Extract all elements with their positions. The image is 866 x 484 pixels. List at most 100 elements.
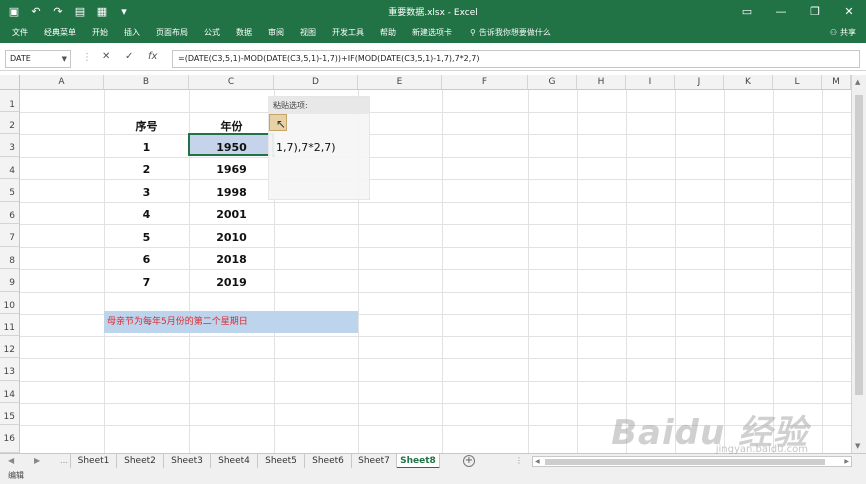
split-handle-icon[interactable]: ⋮ — [515, 454, 523, 468]
vertical-scrollbar[interactable]: ▲ ▼ — [851, 75, 866, 453]
chevron-down-icon[interactable]: ▼ — [62, 51, 67, 67]
menu-data[interactable]: 数据 — [228, 22, 260, 43]
close-icon[interactable]: ✕ — [832, 0, 866, 22]
tab-sheet1[interactable]: Sheet1 — [70, 454, 117, 469]
tell-me-box[interactable]: ⚲ 告诉我你想要做什么 — [460, 27, 551, 38]
vertical-scroll-thumb[interactable] — [855, 95, 863, 395]
year-cell[interactable]: 1998 — [189, 186, 274, 199]
column-header-f[interactable]: F — [442, 75, 528, 90]
row-header-1[interactable]: 1 — [0, 90, 20, 112]
formula-input[interactable]: =(DATE(C3,5,1)-MOD(DATE(C3,5,1)-1,7))+IF… — [172, 50, 860, 68]
name-box[interactable]: DATE ▼ — [5, 50, 71, 68]
year-cell[interactable]: 1950 — [189, 141, 274, 154]
year-cell[interactable]: 2019 — [189, 276, 274, 289]
index-cell[interactable]: 4 — [104, 208, 189, 221]
row-header-3[interactable]: 3 — [0, 134, 20, 157]
menu-formulas[interactable]: 公式 — [196, 22, 228, 43]
cursor-icon: ↖ — [276, 117, 287, 131]
menu-developer[interactable]: 开发工具 — [324, 22, 372, 43]
column-header-a[interactable]: A — [20, 75, 104, 90]
row-header-15[interactable]: 15 — [0, 403, 20, 425]
column-header-b[interactable]: B — [104, 75, 189, 90]
row-header-4[interactable]: 4 — [0, 157, 20, 179]
row-header-12[interactable]: 12 — [0, 336, 20, 358]
scroll-left-icon[interactable]: ◀ — [535, 458, 540, 465]
tab-more-icon[interactable]: … — [60, 454, 68, 468]
menu-page-layout[interactable]: 页面布局 — [148, 22, 196, 43]
horizontal-scroll-thumb[interactable] — [545, 459, 825, 465]
scroll-down-icon[interactable]: ▼ — [855, 442, 860, 450]
column-header-d[interactable]: D — [274, 75, 358, 90]
header-cell-index[interactable]: 序号 — [104, 118, 189, 134]
row-header-11[interactable]: 11 — [0, 314, 20, 336]
row-header-6[interactable]: 6 — [0, 202, 20, 224]
index-cell[interactable]: 2 — [104, 163, 189, 176]
menu-insert[interactable]: 插入 — [116, 22, 148, 43]
column-header-l[interactable]: L — [773, 75, 822, 90]
index-cell[interactable]: 7 — [104, 276, 189, 289]
row-header-14[interactable]: 14 — [0, 381, 20, 403]
add-sheet-icon[interactable]: + — [463, 455, 475, 467]
index-cell[interactable]: 1 — [104, 141, 189, 154]
menu-home[interactable]: 开始 — [84, 22, 116, 43]
header-cell-year[interactable]: 年份 — [189, 118, 274, 134]
index-cell[interactable]: 6 — [104, 253, 189, 266]
note-cell[interactable]: 母亲节为每年5月份的第二个星期日 — [104, 311, 358, 333]
row-header-10[interactable]: 10 — [0, 292, 20, 314]
share-button[interactable]: ⚇ 共享 — [830, 22, 856, 43]
grid-line — [20, 247, 851, 248]
row-header-9[interactable]: 9 — [0, 269, 20, 292]
enter-icon[interactable]: ✓ — [125, 51, 133, 62]
cancel-icon[interactable]: ✕ — [102, 51, 110, 62]
ribbon-display-icon[interactable]: ▭ — [730, 0, 764, 22]
row-header-8[interactable]: 8 — [0, 247, 20, 269]
tab-sheet4[interactable]: Sheet4 — [211, 454, 258, 469]
menu-classic[interactable]: 经典菜单 — [36, 22, 84, 43]
menu-help[interactable]: 帮助 — [372, 22, 404, 43]
menu-view[interactable]: 视图 — [292, 22, 324, 43]
index-cell[interactable]: 3 — [104, 186, 189, 199]
index-cell[interactable]: 5 — [104, 231, 189, 244]
row-header-7[interactable]: 7 — [0, 224, 20, 247]
scroll-right-icon[interactable]: ▶ — [844, 458, 849, 465]
menu-new-tab[interactable]: 新建选项卡 — [404, 22, 460, 43]
column-header-j[interactable]: J — [675, 75, 724, 90]
year-cell[interactable]: 1969 — [189, 163, 274, 176]
tab-sheet5[interactable]: Sheet5 — [258, 454, 305, 469]
row-header-2[interactable]: 2 — [0, 112, 20, 134]
column-header-k[interactable]: K — [724, 75, 773, 90]
insert-function-icon[interactable]: fx — [148, 51, 157, 62]
row-header-13[interactable]: 13 — [0, 358, 20, 381]
tab-sheet8[interactable]: Sheet8 — [397, 454, 440, 469]
column-header-m[interactable]: M — [822, 75, 851, 90]
grid-line — [20, 179, 851, 180]
column-header-h[interactable]: H — [577, 75, 626, 90]
select-all-corner[interactable] — [0, 75, 20, 90]
minimize-icon[interactable]: — — [764, 0, 798, 22]
tab-next-icon[interactable]: ▶ — [34, 454, 40, 468]
column-header-e[interactable]: E — [358, 75, 442, 90]
scroll-up-icon[interactable]: ▲ — [855, 78, 860, 86]
tab-sheet7[interactable]: Sheet7 — [352, 454, 397, 469]
tab-sheet6[interactable]: Sheet6 — [305, 454, 352, 469]
year-cell[interactable]: 2018 — [189, 253, 274, 266]
name-box-value: DATE — [10, 54, 31, 63]
restore-icon[interactable]: ❐ — [798, 0, 832, 22]
column-header-c[interactable]: C — [189, 75, 274, 90]
year-cell[interactable]: 2010 — [189, 231, 274, 244]
tab-sheet3[interactable]: Sheet3 — [164, 454, 211, 469]
column-header-g[interactable]: G — [528, 75, 577, 90]
grid-line — [20, 403, 851, 404]
row-header-5[interactable]: 5 — [0, 179, 20, 202]
row-header-16[interactable]: 16 — [0, 425, 20, 453]
lightbulb-icon: ⚲ — [470, 28, 476, 37]
menu-file[interactable]: 文件 — [4, 22, 36, 43]
grid-line — [822, 90, 823, 453]
horizontal-scrollbar[interactable]: ◀ ▶ — [532, 456, 852, 467]
tab-prev-icon[interactable]: ◀ — [8, 454, 14, 468]
column-header-i[interactable]: I — [626, 75, 675, 90]
grid-line — [20, 381, 851, 382]
menu-review[interactable]: 审阅 — [260, 22, 292, 43]
year-cell[interactable]: 2001 — [189, 208, 274, 221]
tab-sheet2[interactable]: Sheet2 — [117, 454, 164, 469]
